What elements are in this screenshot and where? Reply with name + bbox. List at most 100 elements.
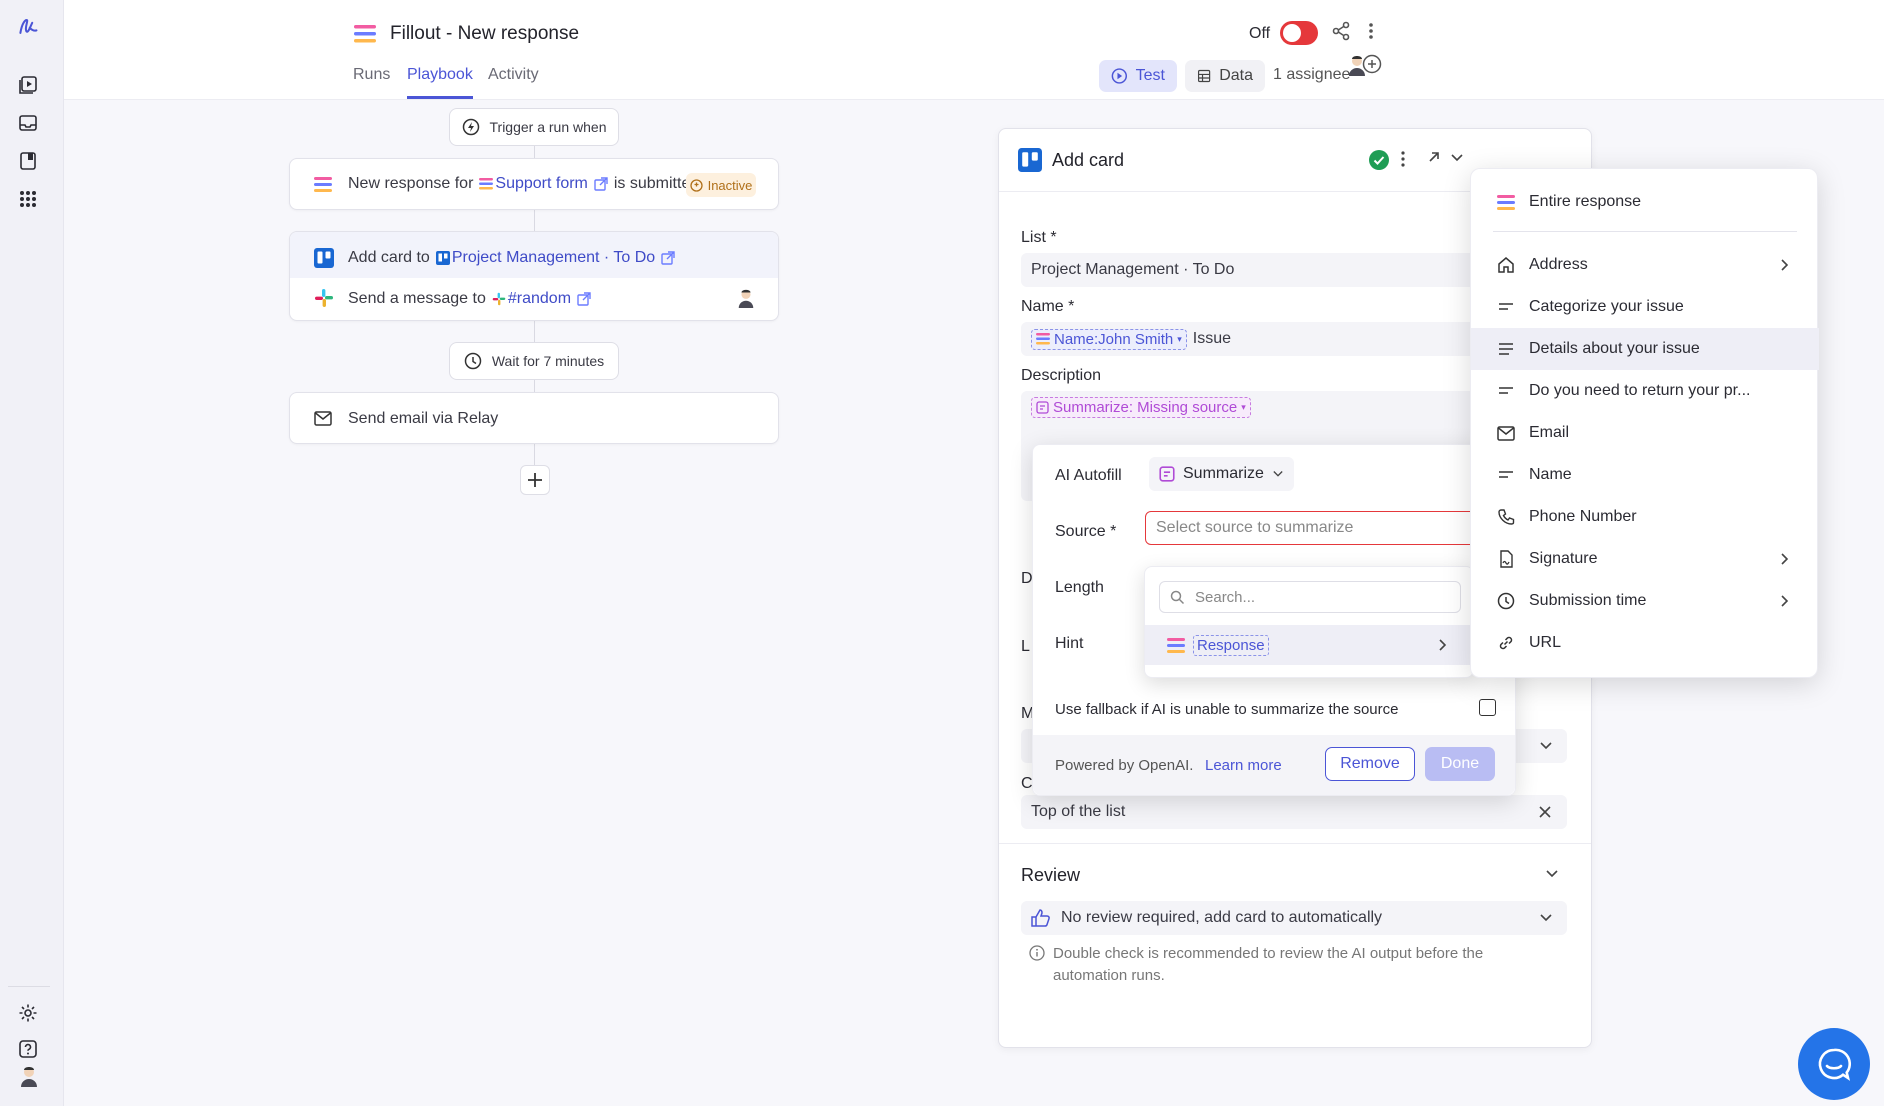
fillout-form-icon xyxy=(1167,637,1185,653)
send-message-step[interactable]: Send a message to #random xyxy=(290,278,778,320)
panel-divider xyxy=(999,843,1591,844)
source-label: Source * xyxy=(1055,523,1117,540)
support-form-link[interactable]: Support form xyxy=(495,175,587,193)
playbooks-icon[interactable] xyxy=(17,74,39,96)
menu-item-email[interactable]: Email xyxy=(1471,412,1819,454)
chip-caret-icon: ▾ xyxy=(1177,333,1182,344)
test-button[interactable]: Test xyxy=(1099,60,1177,92)
menu-item-categorize[interactable]: Categorize your issue xyxy=(1471,286,1819,328)
name-suffix: Issue xyxy=(1192,330,1231,347)
review-select[interactable]: No review required, add card to automati… xyxy=(1021,901,1567,935)
trello-icon xyxy=(1018,148,1042,172)
wait-label: Wait for 7 minutes xyxy=(491,353,605,369)
thumbs-up-icon xyxy=(1031,909,1050,927)
book-icon[interactable] xyxy=(17,150,39,172)
trigger-card[interactable]: New response for Support form is submitt… xyxy=(289,158,779,210)
add-card-step[interactable]: Add card to Project Management · To Do xyxy=(290,232,778,278)
menu-item-phone[interactable]: Phone Number xyxy=(1471,496,1819,538)
menu-item-signature[interactable]: Signature xyxy=(1471,538,1819,580)
chevron-right-icon xyxy=(1781,553,1789,565)
chevron-down-icon[interactable] xyxy=(1545,868,1559,880)
expand-icon[interactable] xyxy=(1426,149,1442,165)
trello-icon xyxy=(314,248,334,268)
ai-sparkle-icon xyxy=(1036,401,1049,414)
menu-item-submission-time[interactable]: Submission time xyxy=(1471,580,1819,622)
add-step-button[interactable] xyxy=(520,465,550,495)
share-icon[interactable] xyxy=(1330,20,1352,42)
test-button-label: Test xyxy=(1135,67,1165,84)
ai-mode-select[interactable]: Summarize xyxy=(1149,457,1294,491)
user-avatar[interactable] xyxy=(17,1064,41,1088)
menu-item-label: Phone Number xyxy=(1529,508,1637,525)
menu-item-name[interactable]: Name xyxy=(1471,454,1819,496)
data-button[interactable]: Data xyxy=(1185,60,1265,92)
source-option-label: Response xyxy=(1193,634,1269,656)
status-badge: Inactive xyxy=(686,173,756,197)
collapse-chevron-icon[interactable] xyxy=(1449,151,1465,165)
chat-support-button[interactable] xyxy=(1798,1028,1870,1100)
search-placeholder: Search... xyxy=(1195,588,1256,606)
description-ai-chip[interactable]: Summarize: Missing source ▾ xyxy=(1031,397,1251,418)
assignee-count[interactable]: 1 assignee xyxy=(1273,66,1350,84)
menu-item-label: Categorize your issue xyxy=(1529,298,1684,315)
external-link-icon[interactable] xyxy=(577,292,591,306)
apps-grid-icon[interactable] xyxy=(17,188,39,210)
chat-bubble-icon xyxy=(1818,1048,1852,1081)
more-options-icon[interactable] xyxy=(1366,20,1376,42)
wait-pill[interactable]: Wait for 7 minutes xyxy=(449,342,619,380)
slack-channel-link[interactable]: #random xyxy=(508,290,571,308)
menu-item-entire-response[interactable]: Entire response xyxy=(1471,181,1819,223)
add-assignee-icon[interactable] xyxy=(1362,54,1382,74)
inbox-icon[interactable] xyxy=(17,112,39,134)
power-icon xyxy=(689,178,703,192)
sidebar-divider xyxy=(8,986,50,987)
external-link-icon[interactable] xyxy=(594,177,608,191)
review-note: Double check is recommended to review th… xyxy=(1053,945,1484,984)
menu-item-label: Signature xyxy=(1529,550,1598,567)
signature-icon xyxy=(1500,550,1513,568)
trello-icon xyxy=(435,251,450,265)
source-option-response[interactable]: Response xyxy=(1145,625,1473,665)
app-sidebar xyxy=(0,0,64,1106)
clear-icon[interactable] xyxy=(1539,806,1551,818)
trigger-pill: Trigger a run when xyxy=(449,108,619,146)
trello-list-link[interactable]: Project Management · To Do xyxy=(452,249,655,267)
list-label: List * xyxy=(1021,229,1057,246)
add-card-prefix: Add card to xyxy=(348,249,430,266)
panel-title: Add card xyxy=(1052,149,1125,170)
source-search-input[interactable]: Search... xyxy=(1159,581,1461,613)
position-field[interactable]: Top of the list xyxy=(1021,795,1567,829)
toggle-label: Off xyxy=(1249,25,1271,42)
gear-icon[interactable] xyxy=(17,1002,39,1024)
name-variable-chip[interactable]: Name:John Smith ▾ xyxy=(1031,328,1187,350)
done-button[interactable]: Done xyxy=(1425,747,1495,781)
playbook-toggle[interactable] xyxy=(1280,21,1318,45)
tab-playbook[interactable]: Playbook xyxy=(407,66,473,84)
name-label: Name * xyxy=(1021,298,1075,315)
tab-runs[interactable]: Runs xyxy=(353,66,390,84)
fillout-logo-icon[interactable] xyxy=(17,16,39,38)
email-step-card[interactable]: Send email via Relay xyxy=(289,392,779,444)
tab-activity[interactable]: Activity xyxy=(488,66,539,84)
slack-icon xyxy=(492,292,506,306)
menu-item-url[interactable]: URL xyxy=(1471,622,1819,664)
menu-item-details[interactable]: Details about your issue xyxy=(1471,328,1819,370)
fallback-checkbox[interactable] xyxy=(1479,699,1496,716)
menu-item-return[interactable]: Do you need to return your pr... xyxy=(1471,370,1819,412)
text-lines-icon xyxy=(1499,387,1513,394)
source-select[interactable]: Select source to summarize xyxy=(1145,511,1505,545)
learn-more-link[interactable]: Learn more xyxy=(1205,757,1282,774)
email-step-label: Send email via Relay xyxy=(348,410,499,427)
fillout-form-icon xyxy=(479,178,494,190)
powered-by-label: Powered by OpenAI. xyxy=(1055,757,1194,774)
remove-button[interactable]: Remove xyxy=(1325,747,1415,781)
external-link-icon[interactable] xyxy=(661,251,675,265)
play-circle-icon xyxy=(1111,68,1128,84)
info-icon xyxy=(1029,945,1045,961)
panel-more-icon[interactable] xyxy=(1399,149,1407,169)
help-icon[interactable] xyxy=(17,1038,39,1060)
envelope-icon xyxy=(314,411,332,426)
description-label: Description xyxy=(1021,367,1102,384)
position-value: Top of the list xyxy=(1031,803,1126,820)
menu-item-address[interactable]: Address xyxy=(1471,244,1819,286)
